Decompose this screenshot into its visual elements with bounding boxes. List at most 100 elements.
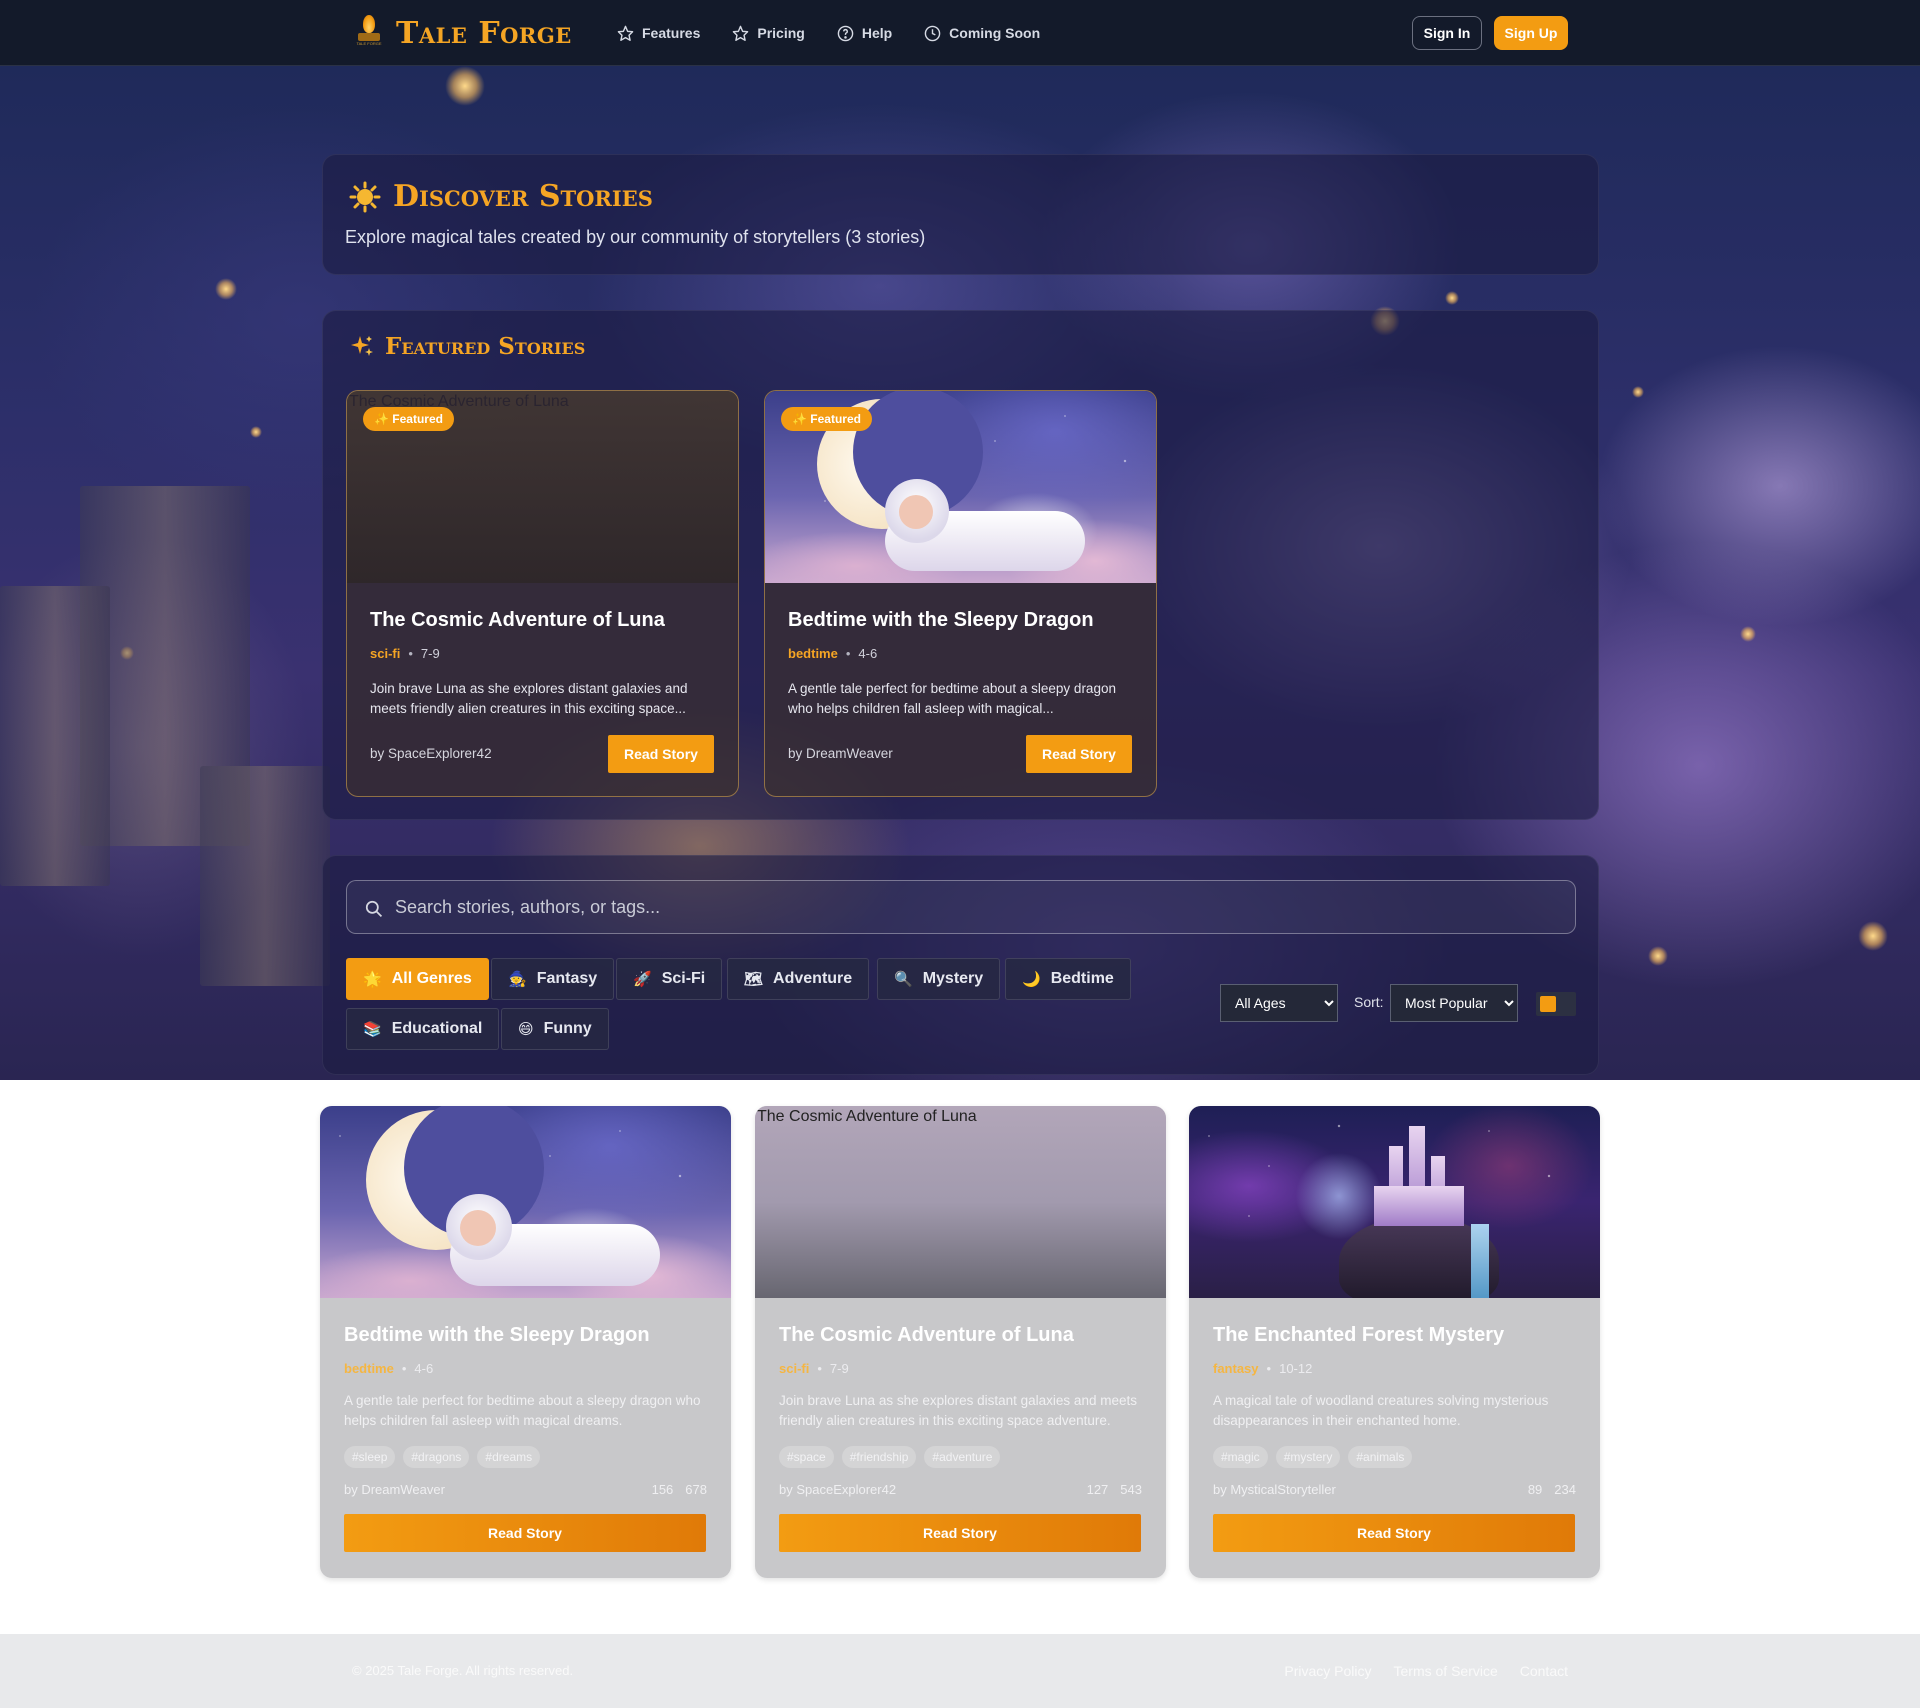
stat-likes: 89 (1527, 1482, 1543, 1497)
genre-chip-bedtime[interactable]: 🌙 Bedtime (1005, 958, 1131, 1000)
search-input[interactable] (395, 881, 1555, 933)
sign-in-button[interactable]: Sign In (1412, 16, 1482, 50)
view-toggle[interactable] (1536, 992, 1576, 1016)
discover-header-panel: Discover Stories Explore magical tales c… (322, 154, 1599, 275)
story-tags: #sleep #dragons #dreams (344, 1446, 541, 1468)
age-filter-select[interactable]: All Ages (1220, 984, 1338, 1022)
featured-badge: ✨ Featured (781, 407, 872, 431)
story-title: Bedtime with the Sleepy Dragon (344, 1324, 650, 1346)
story-author: by SpaceExplorer42 (779, 1482, 897, 1497)
sun-icon (349, 181, 381, 212)
brand-logo[interactable]: TALE FORGE Tale Forge (356, 14, 572, 52)
sort-select[interactable]: Most Popular (1390, 984, 1518, 1022)
tag[interactable]: #adventure (924, 1446, 1001, 1468)
story-card[interactable]: Bedtime with the Sleepy Dragon bedtime •… (320, 1106, 731, 1578)
featured-story-card[interactable]: The Cosmic Adventure of Luna ✨ Featured … (346, 390, 739, 797)
stat-views: 678 (685, 1482, 707, 1497)
copyright: © 2025 Tale Forge. All rights reserved. (352, 1663, 574, 1678)
story-author: by DreamWeaver (344, 1482, 445, 1497)
genre-chip-adventure[interactable]: 🗺 Adventure (727, 958, 870, 1000)
read-story-button[interactable]: Read Story (1026, 735, 1132, 773)
age-range: 4-6 (414, 1361, 434, 1376)
read-story-button[interactable]: Read Story (608, 735, 714, 773)
nav-link-help[interactable]: Help (837, 25, 892, 42)
genre-label: fantasy (1213, 1361, 1259, 1376)
story-cover-image (1189, 1106, 1600, 1298)
story-author: by MysticalStoryteller (1213, 1482, 1336, 1497)
help-circle-icon (837, 25, 854, 41)
filter-panel: 🌟 All Genres 🧙 Fantasy 🚀 Sci-Fi 🗺 Advent… (322, 855, 1599, 1075)
brand-name: Tale Forge (396, 15, 572, 51)
genre-chip-all[interactable]: 🌟 All Genres (346, 958, 489, 1000)
read-story-button[interactable]: Read Story (344, 1514, 706, 1552)
clock-icon (924, 25, 941, 41)
featured-story-card[interactable]: ✨ Featured Bedtime with the Sleepy Drago… (764, 390, 1157, 797)
footer-link-terms[interactable]: Terms of Service (1394, 1663, 1498, 1679)
glow-orb (1445, 291, 1459, 305)
tag[interactable]: #dragons (403, 1446, 470, 1468)
story-description: Join brave Luna as she explores distant … (779, 1393, 1137, 1428)
genre-label: sci-fi (370, 646, 401, 661)
genre-chip-funny[interactable]: 😄 Funny (501, 1008, 609, 1050)
tag[interactable]: #animals (1348, 1446, 1413, 1468)
glow-orb (1740, 626, 1756, 642)
genre-chip-sci-fi[interactable]: 🚀 Sci-Fi (616, 958, 723, 1000)
story-meta: fantasy • 10-12 (1213, 1361, 1313, 1376)
stat-views: 543 (1120, 1482, 1142, 1497)
genre-label: bedtime (344, 1361, 394, 1376)
genre-label: sci-fi (779, 1361, 810, 1376)
age-range: 10-12 (1279, 1361, 1313, 1376)
featured-title: Featured Stories (349, 333, 585, 360)
tag[interactable]: #friendship (841, 1446, 917, 1468)
genre-chip-mystery[interactable]: 🔍 Mystery (877, 958, 1001, 1000)
page-subtitle: Explore magical tales created by our com… (345, 227, 926, 247)
story-card[interactable]: The Cosmic Adventure of Luna The Cosmic … (755, 1106, 1166, 1578)
age-range: 4-6 (858, 646, 878, 661)
top-nav: TALE FORGE Tale Forge Features Pricing H… (0, 0, 1920, 66)
story-description: A gentle tale perfect for bedtime about … (788, 681, 1116, 716)
stat-views: 234 (1554, 1482, 1576, 1497)
age-range: 7-9 (420, 646, 440, 661)
page-title: Discover Stories (349, 179, 653, 214)
story-tags: #space #friendship #adventure (779, 1446, 1001, 1468)
glow-orb (445, 66, 485, 106)
tag[interactable]: #sleep (344, 1446, 396, 1468)
story-author: by SpaceExplorer42 (370, 746, 492, 761)
tag[interactable]: #space (779, 1446, 834, 1468)
story-description: Join brave Luna as she explores distant … (370, 681, 688, 716)
sort-label: Sort: (1354, 994, 1384, 1010)
tag[interactable]: #magic (1213, 1446, 1268, 1468)
glow-orb (1858, 921, 1888, 951)
read-story-button[interactable]: Read Story (1213, 1514, 1575, 1552)
glow-orb (250, 426, 262, 438)
nav-link-coming-soon[interactable]: Coming Soon (924, 25, 1040, 42)
genre-chip-educational[interactable]: 📚 Educational (346, 1008, 500, 1050)
featured-stories-panel: Featured Stories The Cosmic Adventure of… (322, 310, 1599, 820)
footer-link-privacy[interactable]: Privacy Policy (1284, 1663, 1371, 1679)
story-meta: bedtime • 4-6 (344, 1361, 434, 1376)
story-description: A magical tale of woodland creatures sol… (1213, 1393, 1549, 1428)
story-meta: bedtime • 4-6 (788, 646, 878, 661)
nav-link-features[interactable]: Features (617, 25, 700, 42)
read-story-button[interactable]: Read Story (779, 1514, 1141, 1552)
tag[interactable]: #mystery (1275, 1446, 1341, 1468)
story-title: The Cosmic Adventure of Luna (779, 1324, 1074, 1346)
story-cover-image (320, 1106, 731, 1298)
tag[interactable]: #dreams (477, 1446, 541, 1468)
story-title: The Enchanted Forest Mystery (1213, 1324, 1505, 1346)
search-icon (365, 900, 383, 918)
nav-link-pricing[interactable]: Pricing (732, 25, 805, 42)
glow-orb (1632, 386, 1644, 398)
story-description: A gentle tale perfect for bedtime about … (344, 1393, 701, 1428)
story-stats: 156 678 (652, 1482, 707, 1497)
footer-link-contact[interactable]: Contact (1520, 1663, 1568, 1679)
grid-view-icon (1540, 996, 1556, 1012)
search-box[interactable] (346, 880, 1576, 934)
genre-chip-fantasy[interactable]: 🧙 Fantasy (491, 958, 615, 1000)
story-title: The Cosmic Adventure of Luna (370, 609, 665, 631)
sign-up-button[interactable]: Sign Up (1494, 16, 1568, 50)
story-meta: sci-fi • 7-9 (370, 646, 440, 661)
story-card[interactable]: The Enchanted Forest Mystery fantasy • 1… (1189, 1106, 1600, 1578)
footer: © 2025 Tale Forge. All rights reserved. … (0, 1634, 1920, 1708)
story-cover-image: The Cosmic Adventure of Luna (755, 1106, 1166, 1298)
